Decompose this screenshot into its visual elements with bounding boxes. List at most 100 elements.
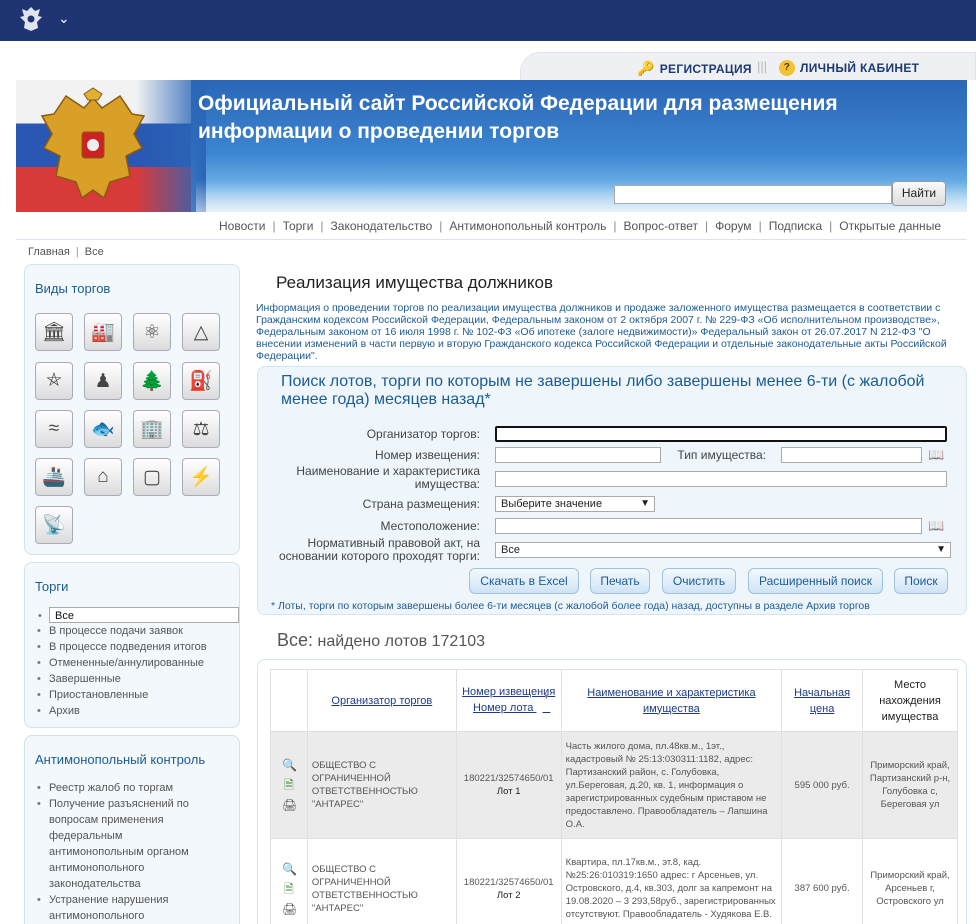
atom-icon[interactable]: ⚛ bbox=[133, 313, 171, 351]
breadcrumb-current: Все bbox=[84, 246, 104, 258]
forest-icon[interactable]: 🌲 bbox=[133, 362, 171, 400]
fisherman-icon[interactable]: ♟ bbox=[84, 362, 122, 400]
archive-note: * Лоты, торги по которым завершены более… bbox=[271, 600, 870, 612]
antenna-icon[interactable]: 📡 bbox=[35, 506, 73, 544]
chevron-down-icon: ▼ bbox=[936, 544, 946, 555]
cell-notice: 180221/32574650/01 Лот 1 bbox=[455, 731, 562, 839]
table-row[interactable]: 🔍 🗎 🖨 ОБЩЕСТВО С ОГРАНИЧЕННОЙ ОТВЕТСТВЕН… bbox=[270, 731, 958, 839]
add-document-icon[interactable]: 🗎 bbox=[282, 778, 296, 792]
col-description[interactable]: Наименование и характеристика имущества bbox=[560, 669, 783, 732]
antimonopoly-panel: Антимонопольный контроль Реестр жалоб по… bbox=[24, 735, 240, 924]
types-panel: Виды торгов 🏛 🏭 ⚛ △ ⛤ ♟ 🌲 ⛽ ≈ 🐟 🏢 ⚖ 🚢 ⌂ … bbox=[24, 264, 240, 555]
water-icon[interactable]: ≈ bbox=[35, 410, 73, 448]
separator: ||| bbox=[757, 59, 768, 74]
info-text: Информация о проведении торгов по реализ… bbox=[256, 302, 947, 362]
anti-item-violations[interactable]: Устранение нарушения антимонопольного bbox=[37, 892, 199, 924]
location-input[interactable] bbox=[495, 518, 922, 534]
location-label: Местоположение: bbox=[380, 519, 480, 533]
torgi-item-suspended[interactable]: Приостановленные bbox=[37, 687, 239, 703]
sort-down-icon[interactable]: ▼ bbox=[542, 692, 550, 701]
act-label: Нормативный правовой акт, на основании к… bbox=[279, 536, 480, 563]
col-lot-label: Номер лота bbox=[473, 702, 534, 714]
drill-rig-icon[interactable]: △ bbox=[182, 313, 220, 351]
crane-icon[interactable]: ⛤ bbox=[35, 362, 73, 400]
table-header: Организатор торгов Номер извещения Номер… bbox=[270, 669, 958, 732]
nav-legislation[interactable]: Законодательство bbox=[331, 219, 433, 233]
chevron-down-icon: ▼ bbox=[640, 498, 650, 509]
anti-item-clarifications[interactable]: Получение разъяснений по вопросам примен… bbox=[37, 796, 199, 892]
scales-icon[interactable]: ⚖ bbox=[182, 410, 220, 448]
nav-forum[interactable]: Форум bbox=[715, 219, 751, 233]
torgi-item-results[interactable]: В процессе подведения итогов bbox=[37, 639, 239, 655]
cell-organizer: ОБЩЕСТВО С ОГРАНИЧЕННОЙ ОТВЕТСТВЕННОСТЬЮ… bbox=[306, 731, 457, 839]
org-input[interactable] bbox=[495, 426, 947, 442]
notice-number: 180221/32574650/01 bbox=[463, 773, 554, 784]
lot-number: Лот 1 bbox=[496, 786, 521, 797]
torgi-item-all[interactable]: Все bbox=[38, 607, 239, 624]
antimonopoly-title: Антимонопольный контроль bbox=[35, 752, 206, 767]
billboard-icon[interactable]: ▢ bbox=[133, 458, 171, 496]
oil-pump-icon[interactable]: ⛽ bbox=[182, 362, 220, 400]
site-search-input[interactable] bbox=[614, 185, 892, 204]
org-label: Организатор торгов: bbox=[366, 427, 480, 441]
site-search-button[interactable]: Найти bbox=[892, 181, 946, 206]
act-select[interactable]: Все ▼ bbox=[495, 542, 951, 558]
col-price[interactable]: Начальная цена bbox=[781, 669, 864, 732]
nav-subscription[interactable]: Подписка bbox=[769, 219, 822, 233]
printer-icon[interactable]: 🖨 bbox=[282, 798, 297, 812]
anti-item-complaints[interactable]: Реестр жалоб по торгам bbox=[37, 780, 199, 796]
cell-location: Приморский край, Арсеньев г, Островского… bbox=[862, 838, 958, 924]
printer-icon[interactable]: 🖨 bbox=[282, 902, 297, 916]
add-document-icon[interactable]: 🗎 bbox=[282, 882, 296, 896]
top-bar: ⌄ bbox=[0, 0, 976, 41]
torgi-item-archive[interactable]: Архив bbox=[37, 703, 239, 719]
torgi-item-applications[interactable]: В процессе подачи заявок bbox=[37, 623, 239, 639]
cell-price: 387 600 руб. bbox=[781, 838, 864, 924]
breadcrumb-home[interactable]: Главная bbox=[28, 246, 70, 258]
emblem-icon[interactable] bbox=[16, 4, 46, 34]
col-notice[interactable]: Номер извещения Номер лота ▼ bbox=[455, 669, 562, 732]
nav-news[interactable]: Новости bbox=[219, 219, 265, 233]
factory-icon[interactable]: 🏭 bbox=[84, 313, 122, 351]
bank-icon[interactable]: 🏛 bbox=[35, 313, 73, 351]
nav-faq[interactable]: Вопрос-ответ bbox=[624, 219, 698, 233]
building-icon[interactable]: 🏢 bbox=[133, 410, 171, 448]
notice-input[interactable] bbox=[495, 447, 661, 463]
book-icon[interactable]: 📖 bbox=[928, 448, 944, 461]
act-value: Все bbox=[501, 544, 520, 556]
help-icon: ? bbox=[779, 60, 795, 76]
main-nav: Новости | Торги | Законодательство | Антимоноп… bbox=[16, 212, 967, 240]
torgi-item-cancelled[interactable]: Отмененные/аннулированные bbox=[37, 655, 239, 671]
registration-link[interactable]: 🔑 РЕГИСТРАЦИЯ bbox=[637, 60, 752, 77]
table-row[interactable]: 🔍 🗎 🖨 ОБЩЕСТВО С ОГРАНИЧЕННОЙ ОТВЕТСТВЕН… bbox=[270, 838, 958, 924]
power-tower-icon[interactable]: ⚡ bbox=[182, 458, 220, 496]
country-label: Страна размещения: bbox=[362, 497, 480, 511]
fish-icon[interactable]: 🐟 bbox=[84, 410, 122, 448]
country-value: Выберите значение bbox=[501, 498, 603, 510]
ship-icon[interactable]: 🚢 bbox=[35, 458, 73, 496]
nav-torgi[interactable]: Торги bbox=[283, 219, 314, 233]
name-input[interactable] bbox=[495, 471, 947, 487]
excel-button[interactable]: Скачать в Excel bbox=[469, 568, 579, 594]
magnifier-icon[interactable]: 🔍 bbox=[282, 862, 297, 876]
search-button[interactable]: Поиск bbox=[894, 568, 948, 594]
print-button[interactable]: Печать bbox=[590, 568, 650, 594]
prop-type-label: Тип имущества: bbox=[677, 448, 766, 462]
results-table: Организатор торгов Номер извещения Номер… bbox=[270, 669, 958, 924]
book-icon[interactable]: 📖 bbox=[928, 519, 944, 532]
nav-antimonopoly[interactable]: Антимонопольный контроль bbox=[449, 219, 606, 233]
prop-type-input[interactable] bbox=[781, 447, 922, 463]
registration-label: РЕГИСТРАЦИЯ bbox=[659, 61, 752, 76]
notice-number: 180221/32574650/01 bbox=[463, 876, 554, 888]
house-icon[interactable]: ⌂ bbox=[84, 458, 122, 496]
clear-button[interactable]: Очистить bbox=[662, 568, 736, 594]
nav-open-data[interactable]: Открытые данные bbox=[839, 219, 941, 233]
country-select[interactable]: Выберите значение ▼ bbox=[495, 496, 655, 512]
magnifier-icon[interactable]: 🔍 bbox=[282, 758, 297, 772]
torgi-item-completed[interactable]: Завершенные bbox=[37, 671, 239, 687]
col-organizer[interactable]: Организатор торгов bbox=[306, 669, 457, 732]
chevron-down-icon[interactable]: ⌄ bbox=[58, 10, 70, 27]
cell-description: Часть жилого дома, пл.48кв.м., 1эт., кад… bbox=[560, 731, 783, 839]
cabinet-link[interactable]: ? ЛИЧНЫЙ КАБИНЕТ bbox=[779, 60, 919, 76]
advanced-search-button[interactable]: Расширенный поиск bbox=[748, 568, 883, 594]
